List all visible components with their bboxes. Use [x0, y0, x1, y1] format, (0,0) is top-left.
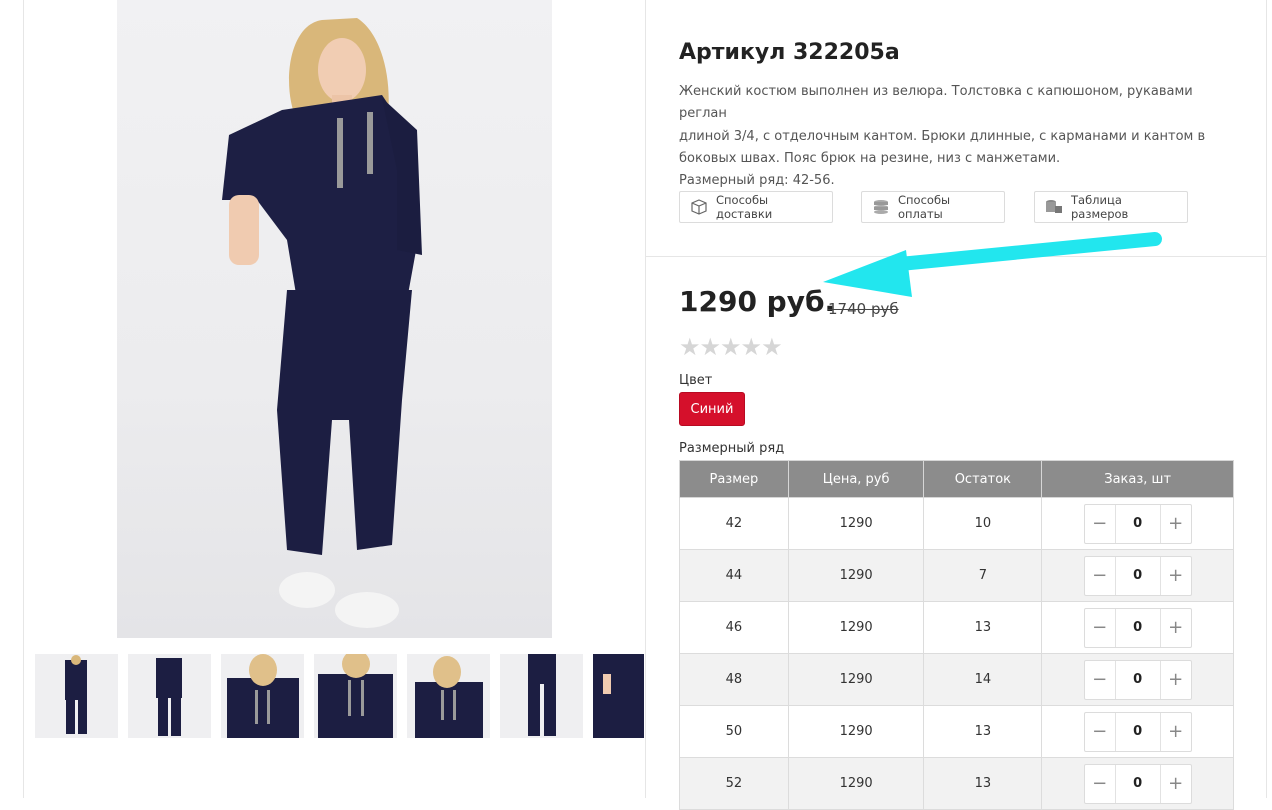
- size-cell: 42: [679, 497, 789, 550]
- quantity-input[interactable]: 0: [1114, 556, 1161, 595]
- rating-stars[interactable]: ★★★★★: [679, 333, 783, 361]
- minus-button[interactable]: −: [1085, 617, 1115, 638]
- size-table: Размер Цена, руб Остаток Заказ, шт 42 129…: [679, 460, 1234, 810]
- description-line: боковых швах. Пояс брюк на резине, низ с…: [679, 150, 1061, 166]
- color-label: Цвет: [679, 373, 713, 388]
- size-table-header: Размер Цена, руб Остаток Заказ, шт: [679, 460, 1234, 498]
- old-price: 1740 руб: [828, 300, 899, 318]
- thumbnail-2[interactable]: [128, 654, 211, 738]
- quantity-input[interactable]: 0: [1114, 608, 1161, 647]
- product-title: Артикул 322205а: [679, 40, 900, 65]
- order-cell: −0 +: [1041, 705, 1234, 758]
- stock-cell: 10: [923, 497, 1043, 550]
- price-cell: 1290: [787, 497, 925, 550]
- size-cell: 52: [679, 757, 789, 810]
- order-cell: −0 +: [1041, 549, 1234, 602]
- payment-methods-button[interactable]: Способы оплаты: [861, 191, 1005, 223]
- description-line: Размерный ряд: 42-56.: [679, 173, 835, 189]
- minus-button[interactable]: −: [1085, 669, 1115, 690]
- price-cell: 1290: [787, 705, 925, 758]
- box-icon: [690, 199, 708, 215]
- thumbnail-strip: [35, 654, 644, 738]
- header-size: Размер: [679, 460, 789, 498]
- price-cell: 1290: [787, 601, 925, 654]
- stock-cell: 7: [923, 549, 1043, 602]
- delivery-methods-button[interactable]: Способы доставки: [679, 191, 833, 223]
- size-range-label: Размерный ряд: [679, 441, 785, 456]
- quantity-input[interactable]: 0: [1114, 660, 1161, 699]
- minus-button[interactable]: −: [1085, 773, 1115, 794]
- order-cell: −0 +: [1041, 757, 1234, 810]
- description-line: Женский костюм выполнен из велюра. Толст…: [679, 84, 1193, 122]
- section-divider: [646, 256, 1266, 257]
- main-product-photo[interactable]: [117, 0, 552, 638]
- table-row: 42 1290 10 −0 +: [679, 497, 1234, 550]
- table-row: 48 1290 14 −0 +: [679, 653, 1234, 706]
- column-divider: [645, 0, 646, 798]
- price-cell: 1290: [787, 549, 925, 602]
- star-icon[interactable]: ★: [720, 333, 741, 361]
- thumbnail-4[interactable]: [314, 654, 397, 738]
- stock-cell: 13: [923, 601, 1043, 654]
- plus-button[interactable]: +: [1161, 669, 1191, 690]
- size-cell: 44: [679, 549, 789, 602]
- plus-button[interactable]: +: [1161, 565, 1191, 586]
- quantity-stepper: −0 +: [1083, 659, 1192, 700]
- price-cell: 1290: [787, 757, 925, 810]
- description-line: длиной 3/4, с отделочным кантом. Брюки д…: [679, 128, 1206, 144]
- color-option-selected[interactable]: Синий: [679, 392, 745, 426]
- stock-cell: 13: [923, 705, 1043, 758]
- plus-button[interactable]: +: [1161, 773, 1191, 794]
- quantity-stepper: −0 +: [1083, 555, 1192, 596]
- delivery-methods-label: Способы доставки: [716, 193, 773, 221]
- thumbnail-7[interactable]: [593, 654, 644, 738]
- thumbnail-5[interactable]: [407, 654, 490, 738]
- size-cell: 46: [679, 601, 789, 654]
- stock-cell: 13: [923, 757, 1043, 810]
- star-icon[interactable]: ★: [741, 333, 762, 361]
- quantity-input[interactable]: 0: [1114, 764, 1161, 803]
- star-icon[interactable]: ★: [700, 333, 721, 361]
- table-row: 52 1290 13−0 +: [679, 757, 1234, 810]
- header-price: Цена, руб: [787, 460, 925, 498]
- payment-methods-label: Способы оплаты: [898, 193, 951, 221]
- thumbnail-3[interactable]: [221, 654, 304, 738]
- size-chart-icon: [1045, 199, 1063, 215]
- price-cell: 1290: [787, 653, 925, 706]
- quantity-stepper: −0 +: [1083, 607, 1192, 648]
- order-cell: −0 +: [1041, 497, 1234, 550]
- quantity-input[interactable]: 0: [1114, 504, 1161, 543]
- coins-icon: [872, 199, 890, 215]
- size-chart-label: Таблица размеров: [1071, 193, 1129, 221]
- thumbnail-6[interactable]: [500, 654, 583, 738]
- plus-button[interactable]: +: [1161, 513, 1191, 534]
- page-border-right: [1266, 0, 1267, 798]
- minus-button[interactable]: −: [1085, 721, 1115, 742]
- quantity-input[interactable]: 0: [1114, 712, 1161, 751]
- current-price: 1290 руб.: [679, 285, 836, 318]
- quantity-stepper: −0 +: [1083, 503, 1192, 544]
- order-cell: −0 +: [1041, 601, 1234, 654]
- table-row: 46 1290 13 −0 +: [679, 601, 1234, 654]
- header-stock: Остаток: [923, 460, 1043, 498]
- size-chart-button[interactable]: Таблица размеров: [1034, 191, 1188, 223]
- page-border-left: [23, 0, 24, 798]
- table-row: 44 1290 7 −0 +: [679, 549, 1234, 602]
- star-icon[interactable]: ★: [761, 333, 782, 361]
- header-order: Заказ, шт: [1041, 460, 1234, 498]
- minus-button[interactable]: −: [1085, 513, 1115, 534]
- plus-button[interactable]: +: [1161, 617, 1191, 638]
- quantity-stepper: −0 +: [1083, 711, 1192, 752]
- table-row: 50 1290 13 −0 +: [679, 705, 1234, 758]
- product-description: Женский костюм выполнен из велюра. Толст…: [679, 81, 1239, 192]
- minus-button[interactable]: −: [1085, 565, 1115, 586]
- size-cell: 48: [679, 653, 789, 706]
- thumbnail-1[interactable]: [35, 654, 118, 738]
- star-icon[interactable]: ★: [679, 333, 700, 361]
- plus-button[interactable]: +: [1161, 721, 1191, 742]
- size-cell: 50: [679, 705, 789, 758]
- stock-cell: 14: [923, 653, 1043, 706]
- order-cell: −0 +: [1041, 653, 1234, 706]
